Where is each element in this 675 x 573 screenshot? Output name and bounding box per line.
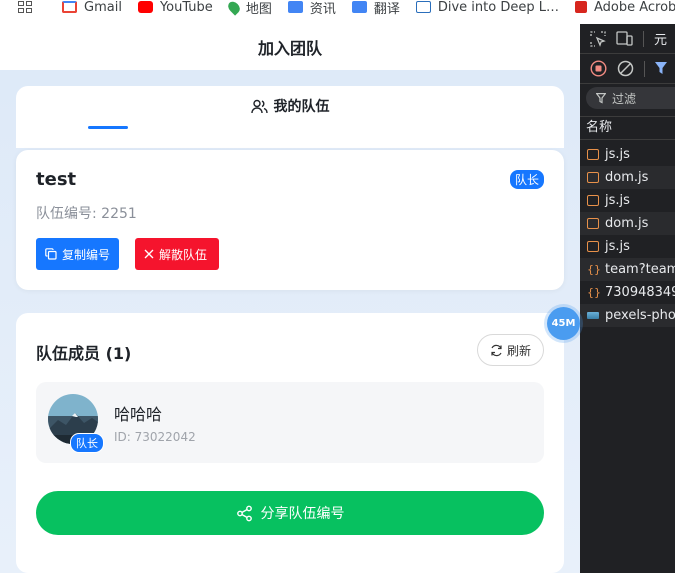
translate-icon (351, 1, 367, 13)
news-icon (287, 1, 303, 13)
bookmark-d2l[interactable]: Dive into Deep L… (415, 0, 559, 15)
request-row[interactable]: js.js (580, 143, 675, 166)
bookmark-label: Adobe Acrob (593, 0, 675, 15)
bookmark-label: Gmail (84, 0, 122, 15)
bookmark-label: 资讯 (309, 1, 336, 17)
floating-memory-badge[interactable]: 45M (547, 307, 580, 340)
script-file-icon (587, 149, 599, 160)
share-button-label: 分享队伍编号 (260, 506, 345, 522)
request-name: js.js (605, 147, 630, 162)
team-number: 队伍编号: 2251 (36, 206, 137, 222)
inspect-element-icon[interactable] (590, 30, 606, 47)
tab-my-team[interactable]: 我的队伍 (16, 96, 564, 116)
refresh-icon (491, 344, 502, 356)
bookmark-youtube[interactable]: YouTube (137, 0, 213, 15)
request-row[interactable]: js.js (580, 189, 675, 212)
image-file-icon (587, 312, 599, 319)
bookmark-maps[interactable]: 地图 (225, 0, 272, 17)
request-row[interactable]: js.js (580, 235, 675, 258)
page-title: 加入团队 (0, 24, 580, 70)
bookmarks-bar: Gmail YouTube 地图 资讯 翻译 Dive into Deep L…… (0, 0, 675, 24)
request-name: js.js (605, 193, 630, 208)
bookmark-label: YouTube (159, 0, 213, 15)
refresh-button[interactable]: 刷新 (477, 334, 544, 366)
member-id: ID: 73022042 (114, 430, 196, 444)
acrobat-icon (574, 1, 587, 13)
column-header-name[interactable]: 名称 (580, 116, 675, 140)
clear-icon[interactable] (617, 60, 634, 77)
device-toolbar-icon[interactable] (616, 31, 633, 46)
request-name: pexels-pho (605, 308, 675, 323)
request-row[interactable]: dom.js (580, 166, 675, 189)
copy-icon (45, 248, 57, 260)
users-icon (250, 99, 268, 113)
tab-label: 我的队伍 (273, 99, 330, 115)
share-team-number-button[interactable]: 分享队伍编号 (36, 491, 544, 535)
members-card: 队伍成员 (1) 刷新 队长 哈哈哈 ID: 73022042 分享队伍编号 (16, 313, 564, 573)
fetch-braces-icon: {} (587, 263, 601, 276)
member-list-item[interactable]: 队长 哈哈哈 ID: 73022042 (36, 382, 544, 463)
request-name: dom.js (605, 216, 649, 231)
request-row[interactable]: pexels-pho (580, 304, 675, 327)
bookmark-gmail[interactable]: Gmail (62, 0, 122, 15)
close-icon (144, 249, 154, 259)
funnel-icon (596, 92, 606, 103)
request-name: team?team (605, 262, 675, 277)
share-icon (236, 505, 252, 521)
copy-button-label: 复制编号 (62, 247, 111, 262)
team-info-card: test 队长 队伍编号: 2251 复制编号 解散队伍 (16, 150, 564, 290)
bookmark-label: Dive into Deep L… (437, 0, 559, 15)
bookmark-news[interactable]: 资讯 (287, 0, 336, 17)
apps-grid-icon[interactable] (18, 1, 32, 13)
dissolve-button-label: 解散队伍 (159, 247, 208, 262)
request-row[interactable]: dom.js (580, 212, 675, 235)
toolbar-divider (644, 60, 645, 77)
request-row[interactable]: {} team?team (580, 258, 675, 281)
tab-active-indicator (88, 126, 128, 129)
bookmark-translate[interactable]: 翻译 (351, 0, 400, 17)
role-badge: 队长 (509, 170, 544, 189)
dissolve-team-button[interactable]: 解散队伍 (135, 238, 219, 270)
bookmark-label: 地图 (245, 1, 272, 17)
request-name: dom.js (605, 170, 649, 185)
member-role-badge: 队长 (70, 433, 104, 453)
fetch-braces-icon: {} (587, 286, 601, 299)
bookmark-label: 翻译 (373, 1, 400, 17)
app-viewport: 加入团队 我的队伍 test 队长 队伍编号: 2251 复制编号 解散队伍 队… (0, 24, 580, 573)
team-name: test (36, 169, 77, 190)
network-toolbar (580, 54, 675, 84)
request-name: js.js (605, 239, 630, 254)
script-file-icon (587, 218, 599, 229)
stop-recording-icon[interactable] (590, 60, 607, 77)
maps-icon (225, 0, 242, 16)
script-file-icon (587, 241, 599, 252)
request-name: 730948349 (605, 285, 675, 300)
filter-placeholder: 过滤 (612, 91, 637, 106)
devtools-toolbar: 元 (580, 24, 675, 54)
request-row[interactable]: {} 730948349 (580, 281, 675, 304)
gmail-icon (62, 1, 77, 13)
devtools-panel: 元 过滤 名称 js.js dom.js js.js dom.js js.js … (580, 24, 675, 573)
filter-input[interactable]: 过滤 (586, 87, 675, 109)
network-request-list: js.js dom.js js.js dom.js js.js {} team?… (580, 143, 675, 327)
elements-tab[interactable]: 元 (654, 29, 667, 48)
toolbar-divider (643, 30, 644, 47)
script-file-icon (587, 172, 599, 183)
bookmark-acrobat[interactable]: Adobe Acrob (574, 0, 675, 15)
tabs-card: 我的队伍 (16, 86, 564, 148)
refresh-label: 刷新 (506, 343, 531, 358)
member-name: 哈哈哈 (114, 405, 163, 424)
d2l-icon (415, 1, 431, 13)
filter-icon[interactable] (655, 62, 667, 75)
members-title: 队伍成员 (1) (36, 344, 132, 363)
copy-number-button[interactable]: 复制编号 (36, 238, 119, 270)
script-file-icon (587, 195, 599, 206)
youtube-icon (137, 1, 153, 13)
